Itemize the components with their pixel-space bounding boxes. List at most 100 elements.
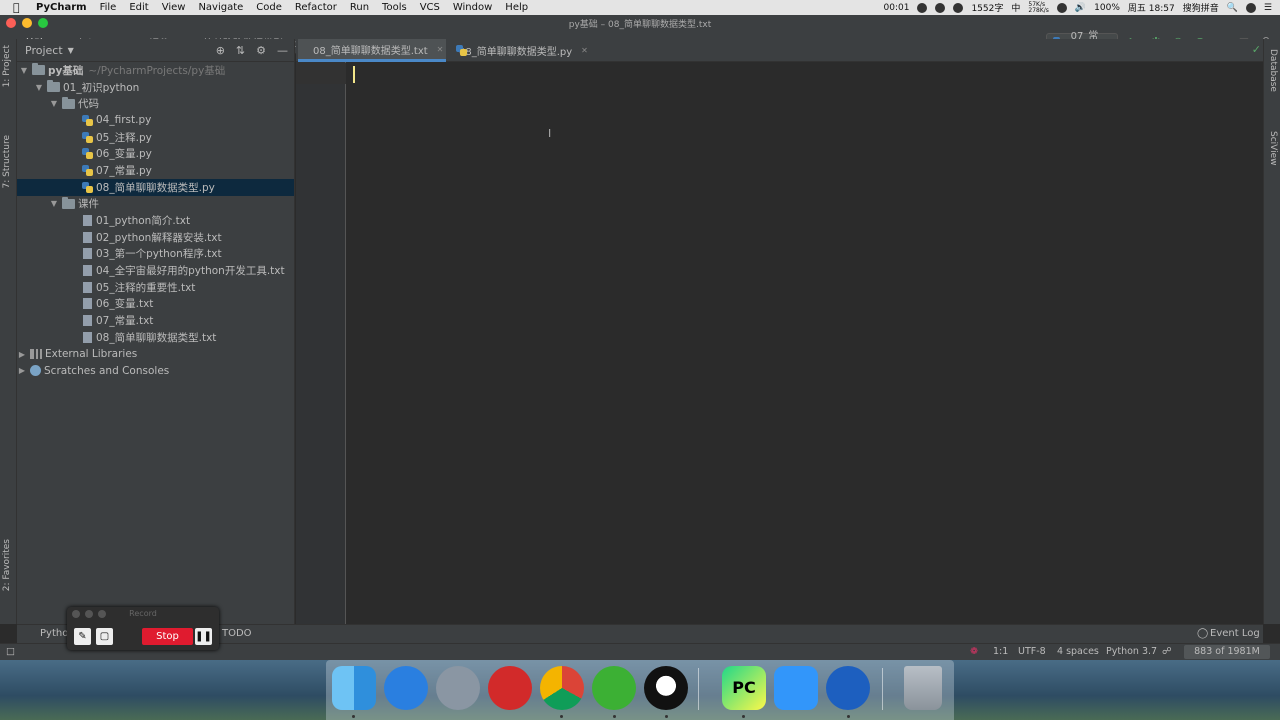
finder-icon[interactable] bbox=[332, 666, 376, 710]
qq-icon[interactable] bbox=[644, 666, 688, 710]
tab-project-tool[interactable]: 1: Project bbox=[2, 45, 12, 87]
caret-position[interactable]: 1:1 bbox=[993, 646, 1008, 657]
expanded-arrow-icon[interactable]: ▼ bbox=[49, 99, 59, 108]
launchpad-icon[interactable] bbox=[436, 666, 480, 710]
menu-vcs[interactable]: VCS bbox=[420, 2, 440, 13]
tab-py-file[interactable]: 08_简单聊聊数据类型.py ✕ bbox=[446, 39, 590, 62]
code-editor[interactable]: I bbox=[296, 62, 1263, 624]
tree-row-scratches[interactable]: ▶ Scratches and Consoles bbox=[17, 362, 294, 379]
expanded-arrow-icon[interactable]: ▼ bbox=[49, 199, 59, 208]
project-view-select[interactable]: Project bbox=[25, 44, 63, 57]
safari-icon[interactable] bbox=[384, 666, 428, 710]
wechat-status-icon[interactable] bbox=[917, 2, 928, 13]
notification-center-icon[interactable]: ☰ bbox=[1264, 3, 1272, 13]
tab-python-console[interactable]: Pytho bbox=[40, 628, 68, 639]
menu-code[interactable]: Code bbox=[256, 2, 282, 13]
spotlight-icon[interactable]: 🔍 bbox=[1227, 3, 1238, 13]
menu-navigate[interactable]: Navigate bbox=[198, 2, 243, 13]
menu-run[interactable]: Run bbox=[350, 2, 369, 13]
tree-row-root[interactable]: ▼ py基础 ~/PycharmProjects/py基础 bbox=[17, 62, 294, 79]
menu-file[interactable]: File bbox=[100, 2, 117, 13]
inspection-ok-icon[interactable]: ✓ bbox=[1252, 43, 1261, 56]
ime-name[interactable]: 搜狗拼音 bbox=[1183, 1, 1219, 14]
tree-row-file[interactable]: 03_第一个python程序.txt bbox=[17, 246, 294, 263]
expanded-arrow-icon[interactable]: ▼ bbox=[34, 83, 44, 92]
tree-row-file[interactable]: 04_全宇宙最好用的python开发工具.txt bbox=[17, 262, 294, 279]
lock-icon[interactable]: ☍ bbox=[1162, 646, 1172, 657]
python-interpreter[interactable]: Python 3.7 bbox=[1106, 646, 1157, 657]
tree-row-file-selected[interactable]: 08_简单聊聊数据类型.py bbox=[17, 178, 294, 196]
tab-todo[interactable]: TODO bbox=[222, 628, 252, 639]
close-tab-icon[interactable]: ✕ bbox=[581, 46, 588, 55]
collapsed-arrow-icon[interactable]: ▶ bbox=[17, 350, 27, 359]
collapse-icon[interactable]: ⇅ bbox=[236, 44, 245, 57]
tab-event-log[interactable]: Event Log bbox=[1210, 628, 1260, 639]
event-log-icon[interactable]: ◯ bbox=[1197, 628, 1208, 639]
tree-row-folder[interactable]: ▼ 01_初识python bbox=[17, 79, 294, 96]
tree-row-folder[interactable]: ▼ 代码 bbox=[17, 95, 294, 112]
tree-folder-label: 代码 bbox=[78, 98, 99, 111]
tree-row-file[interactable]: 01_python简介.txt bbox=[17, 212, 294, 229]
siri-icon[interactable] bbox=[1245, 2, 1256, 13]
camera-icon[interactable]: ▢ bbox=[96, 628, 113, 645]
tab-txt-file[interactable]: 08_简单聊聊数据类型.txt ✕ bbox=[298, 39, 446, 62]
hide-icon[interactable]: — bbox=[277, 44, 288, 57]
volume-icon[interactable]: 🔊 bbox=[1075, 3, 1086, 13]
menu-help[interactable]: Help bbox=[505, 2, 528, 13]
tree-row-file[interactable]: 05_注释的重要性.txt bbox=[17, 279, 294, 296]
chrome-icon[interactable] bbox=[540, 666, 584, 710]
battery-level[interactable]: 100% bbox=[1094, 3, 1120, 13]
input-method[interactable]: 中 bbox=[1011, 1, 1020, 14]
word-count[interactable]: 1552字 bbox=[971, 1, 1003, 14]
upload-status-icon[interactable] bbox=[953, 2, 964, 13]
tree-row-file[interactable]: 08_简单聊聊数据类型.txt bbox=[17, 329, 294, 346]
tab-sciview-tool[interactable]: SciView bbox=[1268, 131, 1278, 166]
memory-indicator[interactable]: 883 of 1981M bbox=[1184, 645, 1270, 659]
record-timer[interactable]: 00:01 bbox=[884, 3, 910, 13]
wechat-icon[interactable] bbox=[592, 666, 636, 710]
tree-row-file[interactable]: 05_注释.py bbox=[17, 129, 294, 146]
tab-favorites-tool[interactable]: 2: Favorites bbox=[2, 539, 12, 591]
collapsed-arrow-icon[interactable]: ▶ bbox=[17, 366, 27, 375]
network-speed[interactable]: 57K/s 278K/s bbox=[1028, 1, 1049, 14]
toggle-tool-windows-icon[interactable]: □ bbox=[6, 646, 15, 657]
tree-row-folder[interactable]: ▼ 课件 bbox=[17, 196, 294, 213]
no-events-icon[interactable]: ❁ bbox=[970, 646, 978, 657]
thunder-icon[interactable] bbox=[826, 666, 870, 710]
datetime[interactable]: 周五 18:57 bbox=[1128, 1, 1175, 14]
tree-row-file[interactable]: 07_常量.txt bbox=[17, 312, 294, 329]
stop-recording-button[interactable]: Stop bbox=[142, 628, 193, 645]
apple-icon[interactable]:  bbox=[13, 1, 27, 14]
wifi-icon[interactable] bbox=[1056, 2, 1067, 13]
tree-root-path: ~/PycharmProjects/py基础 bbox=[88, 64, 226, 77]
menu-app-name[interactable]: PyCharm bbox=[36, 2, 87, 13]
locate-icon[interactable]: ⊕ bbox=[216, 44, 225, 57]
chevron-down-icon[interactable]: ▼ bbox=[68, 46, 74, 55]
tab-database-tool[interactable]: Database bbox=[1268, 49, 1278, 92]
tree-row-file[interactable]: 07_常量.py bbox=[17, 162, 294, 179]
menu-refactor[interactable]: Refactor bbox=[295, 2, 337, 13]
lightning-status-icon[interactable] bbox=[935, 2, 946, 13]
tree-row-file[interactable]: 06_变量.py bbox=[17, 145, 294, 162]
menu-window[interactable]: Window bbox=[453, 2, 492, 13]
file-encoding[interactable]: UTF-8 bbox=[1018, 646, 1046, 657]
menu-tools[interactable]: Tools bbox=[382, 2, 407, 13]
netease-music-icon[interactable] bbox=[488, 666, 532, 710]
close-tab-icon[interactable]: ✕ bbox=[437, 45, 444, 54]
indent-setting[interactable]: 4 spaces bbox=[1057, 646, 1099, 657]
tree-row-external-libraries[interactable]: ▶ External Libraries bbox=[17, 346, 294, 363]
tree-row-file[interactable]: 02_python解释器安装.txt bbox=[17, 229, 294, 246]
menu-view[interactable]: View bbox=[162, 2, 186, 13]
dingtalk-icon[interactable] bbox=[774, 666, 818, 710]
line-gutter[interactable] bbox=[296, 62, 346, 624]
trash-icon[interactable] bbox=[904, 666, 942, 710]
gear-icon[interactable]: ⚙ bbox=[256, 44, 266, 57]
tab-structure-tool[interactable]: 7: Structure bbox=[2, 135, 12, 189]
pen-icon[interactable]: ✎ bbox=[74, 628, 91, 645]
tree-row-file[interactable]: 06_变量.txt bbox=[17, 296, 294, 313]
expanded-arrow-icon[interactable]: ▼ bbox=[19, 66, 29, 75]
menu-edit[interactable]: Edit bbox=[129, 2, 148, 13]
pycharm-icon[interactable]: PC bbox=[722, 666, 766, 710]
pause-icon[interactable]: ❚❚ bbox=[195, 628, 212, 645]
tree-row-file[interactable]: 04_first.py bbox=[17, 112, 294, 129]
